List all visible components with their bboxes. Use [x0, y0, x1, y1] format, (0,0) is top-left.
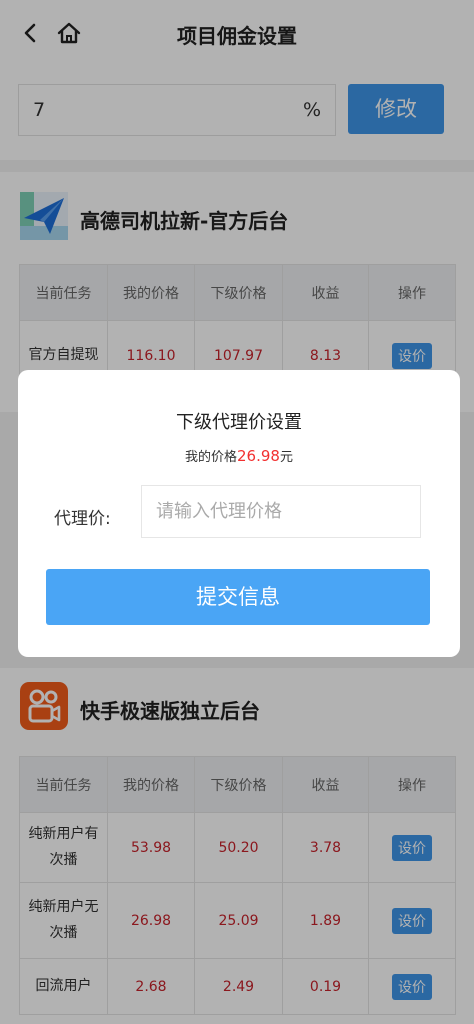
modal-my-price: 我的价格26.98元: [18, 446, 460, 465]
agent-price-modal: 下级代理价设置 我的价格26.98元 代理价: 提交信息: [18, 370, 460, 657]
my-price-value: 26.98: [237, 447, 280, 465]
submit-button[interactable]: 提交信息: [46, 569, 430, 625]
my-price-label: 我的价格: [185, 450, 238, 465]
my-price-unit: 元: [279, 450, 293, 465]
agent-price-label: 代理价:: [54, 509, 111, 529]
agent-price-input[interactable]: [141, 485, 421, 538]
modal-title: 下级代理价设置: [176, 412, 302, 433]
